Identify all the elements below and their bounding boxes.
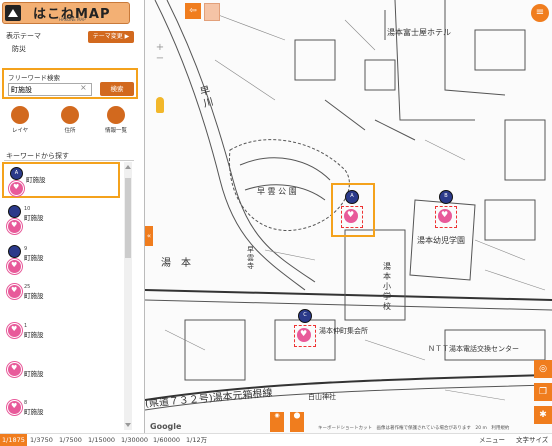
map-attribution[interactable]: キーボードショートカット 画像は著作権で保護されている場合があります 20 m … (318, 425, 509, 431)
menu-icon[interactable]: ≡ (531, 4, 549, 22)
map-marker-c[interactable]: C (298, 309, 312, 323)
gps-icon[interactable]: ◉ (270, 412, 284, 432)
app-logo[interactable]: はこねMAP HAKONE MAP (2, 2, 130, 24)
zoom-control[interactable]: + − (154, 42, 166, 64)
list-item[interactable]: 25 町施設 (2, 280, 122, 316)
tool-address-label: 住所 (64, 128, 76, 134)
home-icon (61, 106, 79, 124)
scroll-up-icon[interactable] (125, 165, 131, 169)
scroll-down-icon[interactable] (125, 423, 131, 427)
scale-120000[interactable]: 1/12万 (184, 434, 209, 446)
map-marker-a[interactable]: A (345, 190, 359, 204)
heart-icon (7, 219, 22, 234)
list-item[interactable]: 8 町施設 (2, 396, 122, 432)
search-button[interactable]: 検索 (100, 82, 134, 96)
label-ntt: ＮＴＴ湯本電話交換センター (428, 345, 519, 353)
divider (4, 160, 134, 161)
result-name: 町施設 (26, 176, 46, 184)
label-school: 湯本小学校 (383, 262, 391, 311)
label-yumoto: 湯 本 (161, 258, 191, 269)
sidebar: はこねMAP HAKONE MAP 表示テーマ 防災 テーマ変更 ▶ フリーワー… (0, 0, 145, 433)
tool-address[interactable]: 住所 (56, 106, 84, 134)
fullscreen-icon[interactable] (204, 3, 220, 21)
collapse-sidebar-button[interactable]: « (145, 226, 153, 246)
search-label: フリーワード検索 (8, 74, 60, 82)
facility-heart-icon[interactable] (438, 209, 452, 223)
label-park: 早 雲 公 園 (257, 187, 297, 196)
list-item[interactable]: 町施設 (2, 358, 122, 394)
font-size-button[interactable]: 文字サイズ (516, 434, 548, 446)
marker-letter: A (14, 170, 19, 176)
marker-letter: B (444, 193, 448, 199)
pegman-icon[interactable] (156, 97, 164, 113)
heart-icon (7, 362, 22, 377)
result-name: 町施設 (24, 254, 44, 262)
label-kindergarten: 湯本幼児学園 (417, 236, 465, 245)
list-item[interactable]: 1 町施設 (2, 319, 122, 355)
label-shrine: 白山神社 (308, 393, 336, 401)
mountain-icon (5, 5, 21, 21)
list-item[interactable]: 10 町施設 (2, 202, 122, 238)
marker-letter: A (350, 193, 354, 199)
label-temple: 早雲寺 (247, 246, 254, 270)
label-assembly: 湯本仲町集会所 (319, 327, 368, 335)
heart-icon (7, 259, 22, 274)
tool-layer[interactable]: レイヤ (6, 106, 34, 134)
list-item[interactable]: 9 町施設 (2, 242, 122, 278)
tool-info-list[interactable]: 情報一覧 (102, 106, 130, 134)
marker-icon (8, 245, 21, 258)
bottom-menu[interactable]: メニュー (479, 434, 505, 446)
heart-icon (7, 284, 22, 299)
pin-icon[interactable]: ⬤ (290, 412, 304, 432)
copy-icon[interactable]: ❐ (534, 383, 552, 401)
list-icon (11, 106, 29, 124)
scale-60000[interactable]: 1/60000 (151, 434, 182, 446)
result-scrollbar[interactable] (124, 162, 132, 430)
theme-change-button[interactable]: テーマ変更 ▶ (88, 31, 134, 43)
theme-label: 表示テーマ (6, 32, 41, 40)
marker-letter: C (303, 312, 307, 318)
tool-info-list-label: 情報一覧 (104, 128, 127, 134)
heart-icon (9, 181, 24, 196)
zoom-in-icon[interactable]: + (154, 42, 166, 53)
facility-heart-icon[interactable] (297, 328, 311, 342)
result-list: A 町施設 10 町施設 9 町施設 25 町施設 1 町施設 (2, 162, 122, 432)
bottom-bar: 1/1875 1/3750 1/7500 1/15000 1/30000 1/6… (0, 433, 552, 446)
marker-a-icon: A (10, 167, 23, 180)
app-subtitle: HAKONE MAP (59, 17, 86, 22)
result-name: 町施設 (24, 292, 44, 300)
result-name: 町施設 (24, 408, 44, 416)
table-icon (107, 106, 125, 124)
facility-heart-icon[interactable] (344, 209, 358, 223)
locate-icon[interactable]: ◎ (534, 360, 552, 378)
free-word-search: フリーワード検索 × 検索 (2, 68, 138, 99)
tool-layer-label: レイヤ (11, 128, 29, 134)
theme-value: 防災 (12, 45, 26, 53)
label-hotel: 湯本富士屋ホテル (387, 28, 451, 37)
clear-icon[interactable]: × (80, 83, 87, 92)
heart-icon (7, 400, 22, 415)
result-name: 町施設 (24, 331, 44, 339)
scale-15000[interactable]: 1/15000 (86, 434, 117, 446)
scale-7500[interactable]: 1/7500 (57, 434, 84, 446)
scale-30000[interactable]: 1/30000 (119, 434, 150, 446)
map-canvas[interactable]: 湯本富士屋ホテル 早 雲 公 園 湯本幼児学園 早雲寺 湯本小学校 湯 本 湯本… (145, 0, 552, 433)
result-name: 町施設 (24, 370, 44, 378)
back-arrow-icon[interactable]: ⇦ (185, 3, 201, 19)
google-logo: Google (150, 422, 182, 431)
result-name: 町施設 (24, 214, 44, 222)
marker-icon (8, 205, 21, 218)
scroll-thumb[interactable] (125, 178, 131, 258)
zoom-out-icon[interactable]: − (154, 53, 166, 64)
settings-icon[interactable]: ✱ (534, 406, 552, 424)
heart-icon (7, 323, 22, 338)
scale-1875[interactable]: 1/1875 (0, 434, 27, 446)
list-item[interactable]: A 町施設 (2, 162, 120, 198)
map-marker-b[interactable]: B (439, 190, 453, 204)
scale-3750[interactable]: 1/3750 (28, 434, 55, 446)
